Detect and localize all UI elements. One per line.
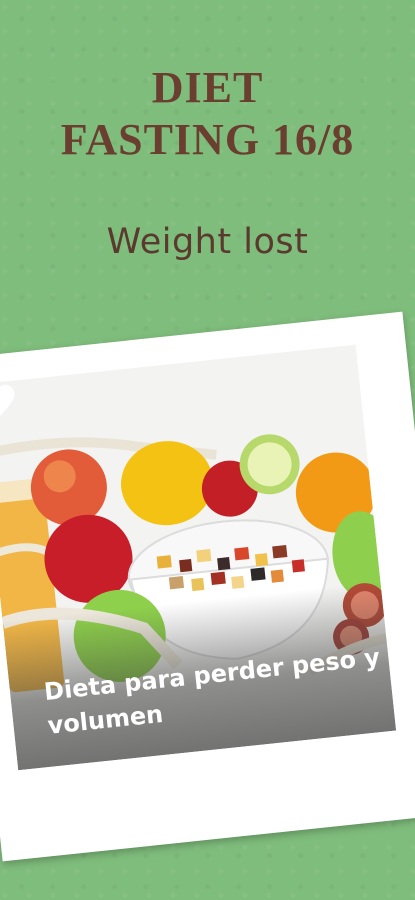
recipe-card[interactable]: Dieta para perder peso y volumen (0, 311, 415, 862)
page-subtitle: Weight lost (106, 222, 309, 262)
page-title: DIET FASTING 16/8 (0, 62, 415, 166)
title-line-1: DIET (151, 63, 264, 112)
title-line-2: FASTING 16/8 (60, 115, 355, 164)
recipe-photo[interactable]: Dieta para perder peso y volumen (0, 344, 397, 771)
